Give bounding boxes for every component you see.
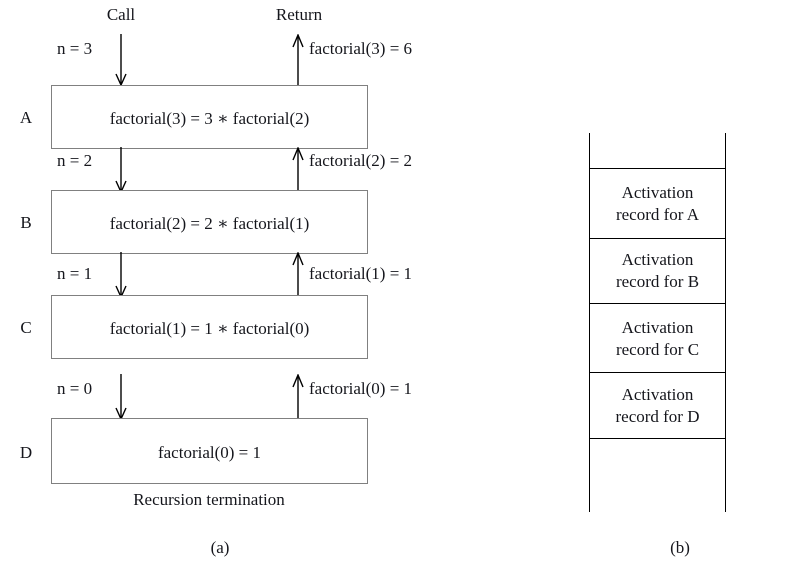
stack-divider-3 — [589, 303, 726, 304]
stack-cell-c-line1: Activation — [621, 318, 694, 337]
stack-cell-a: Activation record for A — [589, 182, 726, 226]
stack-cell-d-line2: record for D — [615, 406, 700, 426]
stack-cell-d: Activation record for D — [589, 384, 726, 428]
stack-cell-c-line2: record for C — [615, 339, 700, 359]
stack-divider-1 — [589, 168, 726, 169]
activation-record-stack: Activation record for A Activation recor… — [589, 133, 726, 512]
stack-cell-a-line2: record for A — [615, 204, 700, 224]
stack-cell-d-line1: Activation — [621, 385, 694, 404]
stack-cell-b: Activation record for B — [589, 249, 726, 293]
stack-cell-c: Activation record for C — [589, 317, 726, 361]
stack-cell-a-line1: Activation — [621, 183, 694, 202]
stack-divider-5 — [589, 438, 726, 439]
stack-cell-b-line1: Activation — [621, 250, 694, 269]
panel-b-activation-stack: Activation record for A Activation recor… — [0, 0, 788, 580]
panel-b-caption: (b) — [670, 538, 690, 557]
stack-divider-4 — [589, 372, 726, 373]
stack-divider-2 — [589, 238, 726, 239]
stack-cell-b-line2: record for B — [615, 271, 700, 291]
